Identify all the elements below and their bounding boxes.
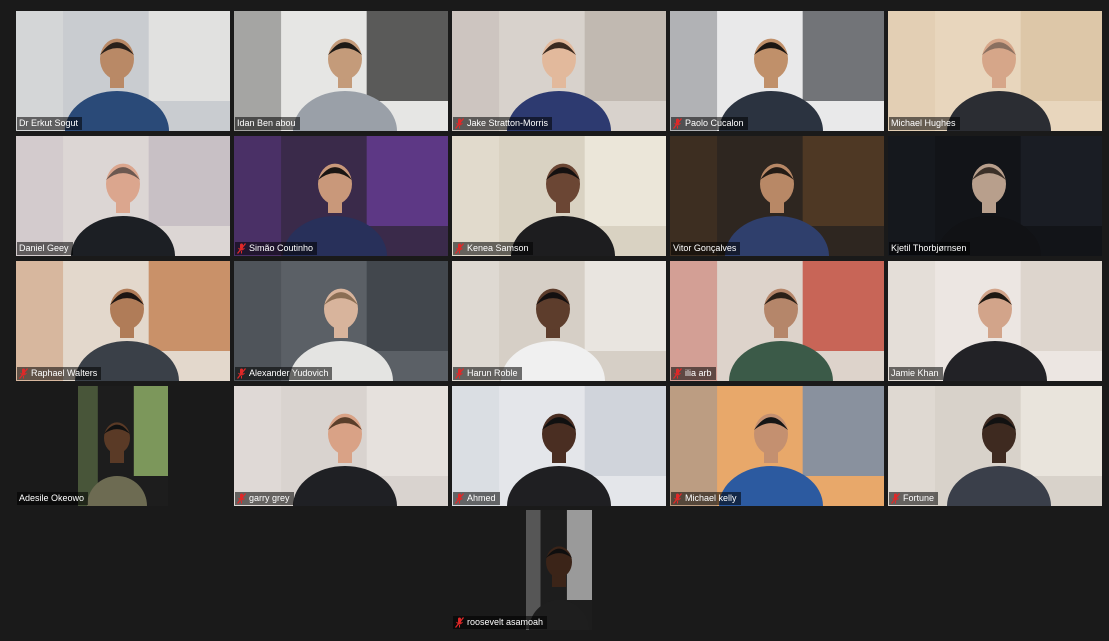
participant-video [452, 386, 666, 506]
participant-tile[interactable]: Paolo Cucalon [670, 11, 884, 131]
participant-video [670, 11, 884, 131]
participant-tile[interactable]: Ahmed [452, 386, 666, 506]
participant-name: Paolo Cucalon [685, 118, 744, 128]
participant-name: roosevelt asamoah [467, 617, 544, 627]
participant-tile[interactable]: Jamie Khan [888, 261, 1102, 381]
participant-nameplate: Dr Erkut Sogut [17, 117, 83, 130]
participant-name: Fortune [903, 493, 935, 503]
participant-tile[interactable]: Harun Roble [452, 261, 666, 381]
participant-name: garry grey [249, 493, 290, 503]
participant-tile[interactable]: roosevelt asamoah [452, 510, 666, 630]
participant-tile[interactable]: Kenea Samson [452, 136, 666, 256]
participant-name: Raphael Walters [31, 368, 98, 378]
participant-tile[interactable]: Dr Erkut Sogut [16, 11, 230, 131]
participant-tile[interactable]: ilia arb [670, 261, 884, 381]
participant-video [16, 136, 230, 256]
participant-video [670, 136, 884, 256]
participant-video [888, 11, 1102, 131]
participant-video [234, 11, 448, 131]
participant-name: Jake Stratton-Morris [467, 118, 549, 128]
participant-name: Kenea Samson [467, 243, 529, 253]
participant-name: Harun Roble [467, 368, 518, 378]
participant-video [452, 261, 666, 381]
muted-microphone-icon [455, 617, 464, 628]
participant-nameplate: Simão Coutinho [235, 242, 318, 255]
participant-nameplate: Raphael Walters [17, 367, 102, 380]
participant-video [452, 136, 666, 256]
participant-video [78, 386, 168, 506]
participant-tile[interactable]: Vitor Gonçalves [670, 136, 884, 256]
participant-nameplate: Vitor Gonçalves [671, 242, 741, 255]
muted-microphone-icon [455, 243, 464, 254]
participant-nameplate: Fortune [889, 492, 939, 505]
participant-tile[interactable]: Michael kelly [670, 386, 884, 506]
participant-nameplate: garry grey [235, 492, 294, 505]
muted-microphone-icon [673, 368, 682, 379]
participant-name: Simão Coutinho [249, 243, 314, 253]
participant-video [234, 261, 448, 381]
participant-name: Ahmed [467, 493, 496, 503]
participant-nameplate: Kenea Samson [453, 242, 533, 255]
muted-microphone-icon [455, 118, 464, 129]
participant-tile[interactable]: Idan Ben abou [234, 11, 448, 131]
participant-nameplate: Michael Hughes [889, 117, 960, 130]
participant-video [888, 261, 1102, 381]
participant-nameplate: roosevelt asamoah [453, 616, 548, 629]
participant-tile[interactable]: garry grey [234, 386, 448, 506]
gallery-grid: Dr Erkut Sogut Idan Ben abou Jake Stratton… [0, 0, 1109, 641]
participant-nameplate: Idan Ben abou [235, 117, 300, 130]
participant-tile[interactable]: Simão Coutinho [234, 136, 448, 256]
muted-microphone-icon [237, 243, 246, 254]
muted-microphone-icon [455, 493, 464, 504]
participant-name: Vitor Gonçalves [673, 243, 737, 253]
participant-nameplate: ilia arb [671, 367, 716, 380]
participant-name: Idan Ben abou [237, 118, 296, 128]
participant-tile[interactable]: Kjetil Thorbjørnsen [888, 136, 1102, 256]
participant-name: Dr Erkut Sogut [19, 118, 79, 128]
participant-name: Kjetil Thorbjørnsen [891, 243, 967, 253]
participant-video [888, 136, 1102, 256]
muted-microphone-icon [455, 368, 464, 379]
participant-tile[interactable]: Alexander Yudovich [234, 261, 448, 381]
muted-microphone-icon [237, 368, 246, 379]
participant-nameplate: Kjetil Thorbjørnsen [889, 242, 971, 255]
participant-name: ilia arb [685, 368, 712, 378]
participant-tile[interactable]: Fortune [888, 386, 1102, 506]
participant-tile[interactable]: Daniel Geey [16, 136, 230, 256]
participant-name: Michael Hughes [891, 118, 956, 128]
participant-video [16, 261, 230, 381]
muted-microphone-icon [19, 368, 28, 379]
participant-nameplate: Alexander Yudovich [235, 367, 333, 380]
muted-microphone-icon [673, 118, 682, 129]
participant-video [234, 386, 448, 506]
participant-name: Michael kelly [685, 493, 737, 503]
participant-nameplate: Ahmed [453, 492, 500, 505]
participant-video [670, 261, 884, 381]
participant-tile[interactable]: Raphael Walters [16, 261, 230, 381]
participant-video [526, 510, 592, 630]
muted-microphone-icon [673, 493, 682, 504]
participant-name: Adesile Okeowo [19, 493, 85, 503]
participant-video [452, 11, 666, 131]
participant-video [888, 386, 1102, 506]
participant-video [234, 136, 448, 256]
participant-name: Jamie Khan [891, 368, 939, 378]
participant-tile[interactable]: Adesile Okeowo [16, 386, 230, 506]
participant-nameplate: Jake Stratton-Morris [453, 117, 553, 130]
participant-nameplate: Jamie Khan [889, 367, 943, 380]
participant-tile[interactable]: Michael Hughes [888, 11, 1102, 131]
muted-microphone-icon [237, 493, 246, 504]
muted-microphone-icon [891, 493, 900, 504]
participant-video [16, 11, 230, 131]
participant-nameplate: Michael kelly [671, 492, 741, 505]
participant-name: Daniel Geey [19, 243, 69, 253]
participant-nameplate: Paolo Cucalon [671, 117, 748, 130]
participant-nameplate: Harun Roble [453, 367, 522, 380]
participant-name: Alexander Yudovich [249, 368, 329, 378]
participant-video [670, 386, 884, 506]
participant-nameplate: Daniel Geey [17, 242, 73, 255]
participant-nameplate: Adesile Okeowo [17, 492, 89, 505]
participant-tile[interactable]: Jake Stratton-Morris [452, 11, 666, 131]
